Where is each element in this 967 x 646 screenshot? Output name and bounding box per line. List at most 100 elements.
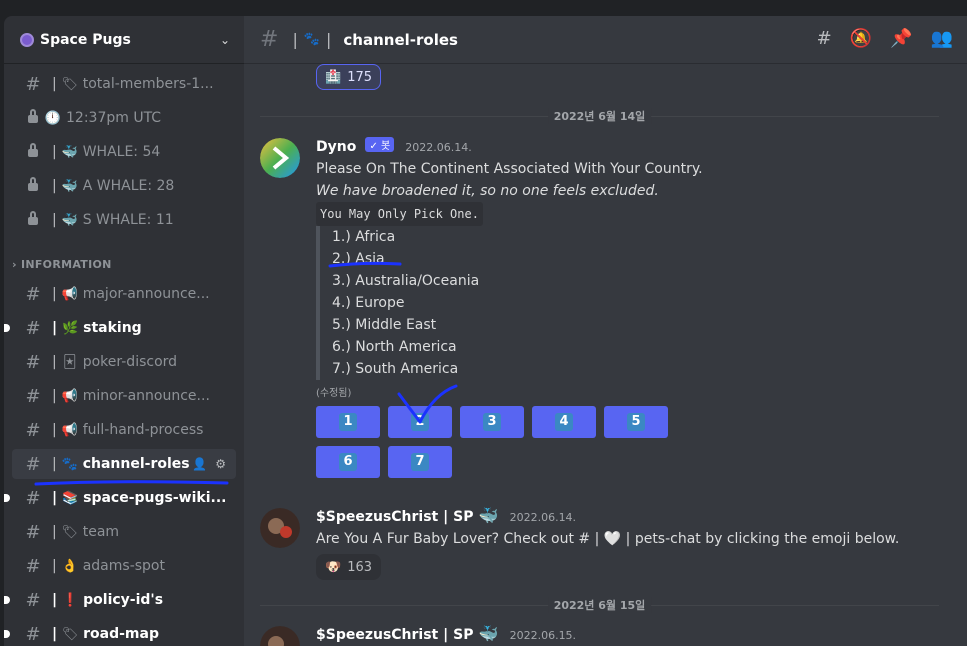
window-topbar (0, 0, 967, 16)
channel-whale[interactable]: | 🐳 WHALE: 54 (12, 137, 236, 167)
invite-icon[interactable]: 👤 (192, 457, 207, 471)
channel-label: team (82, 524, 120, 540)
whale-icon: 🐳 (61, 144, 78, 160)
channel-time-utc[interactable]: 🕛 12:37pm UTC (12, 103, 236, 133)
option-item: 7.) South America (332, 361, 459, 377)
category-information[interactable]: › INFORMATION (12, 258, 112, 271)
role-button-4[interactable]: 4 (532, 406, 596, 438)
member-list-icon[interactable]: 👥 (931, 28, 953, 49)
channel-label: total-members-1... (82, 76, 214, 92)
lock-icon (22, 143, 44, 161)
channel-adams-spot[interactable]: # | 👌 adams-spot (12, 551, 236, 581)
keycap-1-icon: 1 (339, 413, 357, 431)
option-item: 6.) North America (332, 339, 457, 355)
channel-space-pugs-wiki[interactable]: # | 📚 space-pugs-wiki... (4, 483, 236, 513)
role-button-1[interactable]: 1 (316, 406, 380, 438)
role-button-7[interactable]: 7 (388, 446, 452, 478)
channel-label: poker-discord (82, 354, 178, 370)
gear-icon[interactable]: ⚙ (215, 457, 226, 471)
text-channel-icon: # (25, 623, 41, 645)
channel-full-hand-process[interactable]: # | 📢 full-hand-process (12, 415, 236, 445)
role-button-3[interactable]: 3 (460, 406, 524, 438)
text-channel-icon: # (25, 351, 41, 373)
server-header[interactable]: Space Pugs ⌄ (4, 16, 244, 64)
role-button-5[interactable]: 5 (604, 406, 668, 438)
announcement-channel-icon: # (25, 283, 41, 305)
speezus-avatar[interactable] (260, 508, 300, 548)
role-button-6[interactable]: 6 (316, 446, 380, 478)
channel-major-announcements[interactable]: # | 📢 major-announce... (12, 279, 236, 309)
card-icon: 🃏 (63, 354, 77, 370)
ok-hand-icon: 👌 (61, 558, 78, 574)
speaker-icon: 📢 (61, 422, 78, 438)
channel-channel-roles[interactable]: # | 🐾 channel-roles 👤 ⚙ (12, 449, 236, 479)
server-name: Space Pugs (40, 31, 131, 48)
channel-label: road-map (83, 626, 159, 642)
channel-label: channel-roles (82, 456, 190, 472)
speaker-icon: 📢 (61, 388, 78, 404)
channel-emoji: 🏷 (61, 626, 79, 642)
channel-team[interactable]: # | 🏷 team (12, 517, 236, 547)
notification-bell-muted-icon[interactable]: 🔕 (850, 28, 872, 49)
lock-icon (22, 211, 44, 229)
whale-icon: 🐳 (478, 506, 499, 525)
timestamp: 2022.06.14. (405, 141, 472, 154)
clock-icon: 🕛 (44, 110, 62, 126)
option-item: 3.) Australia/Oceania (332, 273, 480, 289)
channel-minor-announcements[interactable]: # | 📢 minor-announce... (12, 381, 236, 411)
channel-s-whale[interactable]: | 🐳 S WHALE: 11 (12, 205, 236, 235)
whale-icon: 🐳 (61, 178, 78, 194)
reaction-top[interactable]: 🏥 175 (316, 64, 382, 90)
exclamation-icon: ❗ (62, 592, 79, 608)
channel-label: full-hand-process (82, 422, 204, 438)
message-line: Please On The Continent Associated With … (316, 161, 703, 177)
reaction-dog[interactable]: 🐶 163 (316, 554, 382, 580)
channel-label: S WHALE: 11 (82, 212, 174, 228)
dyno-avatar[interactable] (260, 138, 300, 178)
date-divider: 2022년 6월 14일 (260, 108, 939, 124)
channel-road-map[interactable]: # | 🏷 road-map (4, 619, 236, 646)
speezus-avatar[interactable] (260, 626, 300, 646)
text-channel-icon: # (260, 27, 279, 52)
channel-header: # | 🐾 | channel-roles # 🔕 📌 👥 (244, 16, 967, 64)
paw-icon: 🐾 (61, 456, 78, 472)
plant-icon: 🌿 (62, 320, 79, 336)
hospital-icon: 🏥 (325, 69, 342, 85)
pin-icon[interactable]: 📌 (890, 28, 912, 49)
server-icon (20, 32, 34, 47)
channel-emoji: 🏷 (61, 524, 78, 540)
username[interactable]: $SpeezusChrist | SP (316, 509, 473, 525)
option-item: 4.) Europe (332, 295, 405, 311)
username[interactable]: $SpeezusChrist | SP (316, 627, 473, 643)
channel-emoji: 🏷 (61, 76, 78, 92)
channel-label: adams-spot (82, 558, 165, 574)
channel-staking[interactable]: # | 🌿 staking (4, 313, 236, 343)
channel-label: major-announce... (82, 286, 210, 302)
threads-icon[interactable]: # (817, 28, 832, 49)
reaction-count: 163 (347, 559, 373, 575)
timestamp: 2022.06.14. (509, 511, 577, 524)
keycap-4-icon: 4 (555, 413, 573, 431)
lock-icon (22, 177, 44, 195)
option-item: 2.) Asia (332, 251, 385, 267)
channel-label: staking (83, 320, 142, 336)
text-channel-icon: # (25, 487, 41, 509)
channel-total-members[interactable]: # | 🏷 total-members-1... (12, 69, 236, 99)
announcement-channel-icon: # (25, 555, 41, 577)
channel-label: minor-announce... (82, 388, 210, 404)
channel-a-whale[interactable]: | 🐳 A WHALE: 28 (12, 171, 236, 201)
username[interactable]: Dyno (316, 139, 356, 155)
reaction-count: 175 (347, 69, 373, 85)
paw-icon: 🐾 (303, 32, 321, 47)
text-channel-icon: # (25, 419, 41, 441)
channel-label: A WHALE: 28 (82, 178, 175, 194)
chevron-down-icon[interactable]: ⌄ (220, 33, 230, 47)
channel-poker-discord[interactable]: # | 🃏 poker-discord (12, 347, 236, 377)
books-icon: 📚 (62, 490, 79, 506)
message-line: Are You A Fur Baby Lover? Check out # | … (316, 531, 900, 547)
channel-policy-ids[interactable]: # | ❗ policy-id's (4, 585, 236, 615)
text-channel-icon: # (25, 589, 41, 611)
message-line-italic: We have broadened it, so no one feels ex… (316, 183, 659, 199)
options-quote: 1.) Africa 2.) Asia 3.) Australia/Oceani… (316, 226, 956, 380)
bot-badge: ✓ 봇 (365, 137, 395, 152)
